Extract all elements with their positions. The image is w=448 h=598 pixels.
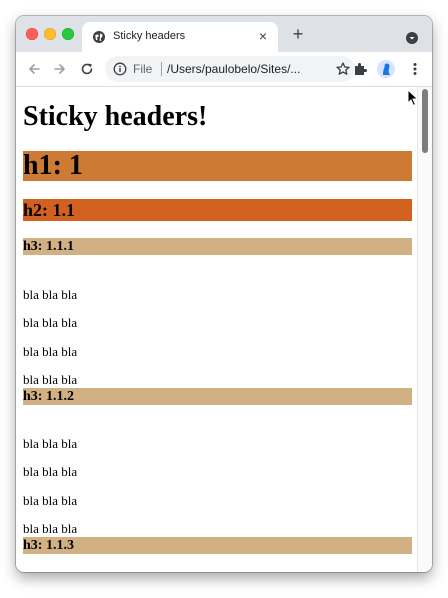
window-minimize-button[interactable]: [44, 28, 56, 40]
scrollbar-thumb[interactable]: [422, 89, 428, 153]
tab-title: Sticky headers: [113, 30, 186, 42]
page-viewport: Sticky headers! h1: 1 h2: 1.1 h3: 1.1.1 …: [16, 87, 432, 572]
h3-heading: h3: 1.1.3: [23, 538, 74, 553]
paragraph: bla bla bla: [23, 493, 78, 508]
sticky-h2-header: h2: 1.1: [23, 199, 412, 221]
sticky-h3-header: h3: 1.1.1: [23, 238, 412, 255]
paragraph: bla bla bla: [23, 287, 78, 302]
h2-heading: h2: 1.1: [23, 200, 76, 220]
paragraph: bla bla bla: [23, 372, 78, 387]
extensions-puzzle-icon[interactable]: [352, 61, 368, 77]
vertical-scrollbar[interactable]: [417, 87, 432, 572]
browser-toolbar: File /Users/paulobelo/Sites/...: [16, 52, 432, 87]
profile-avatar-icon[interactable]: [377, 60, 395, 78]
h3-heading: h3: 1.1.1: [23, 239, 74, 254]
page-title: Sticky headers!: [23, 101, 208, 132]
window-zoom-button[interactable]: [62, 28, 74, 40]
plus-icon[interactable]: +: [290, 25, 306, 43]
scheme-label: File: [133, 62, 153, 76]
url-text[interactable]: /Users/paulobelo/Sites/...: [167, 62, 300, 76]
paragraph: bla bla bla: [23, 344, 78, 359]
address-bar[interactable]: File /Users/paulobelo/Sites/...: [105, 56, 355, 82]
paragraph: bla bla bla: [23, 315, 78, 330]
window-close-button[interactable]: [26, 28, 38, 40]
star-icon[interactable]: [335, 61, 351, 77]
paragraph: bla bla bla: [23, 436, 78, 451]
h1-heading: h1: 1: [23, 150, 83, 181]
sticky-h1-header: h1: 1: [23, 151, 412, 181]
sticky-h3-header: h3: 1.1.2: [23, 388, 412, 405]
tab-search-icon[interactable]: [406, 32, 418, 44]
tab-sticky-headers[interactable]: Sticky headers ×: [82, 22, 278, 52]
globe-icon: [93, 31, 105, 43]
paragraph: bla bla bla: [23, 521, 78, 536]
browser-window: Sticky headers × + File /Users/paulobelo…: [16, 16, 432, 572]
back-arrow-icon[interactable]: [26, 61, 42, 77]
h3-heading: h3: 1.1.2: [23, 389, 74, 404]
kebab-menu-icon[interactable]: [407, 61, 423, 77]
sticky-h3-header: h3: 1.1.3: [23, 537, 412, 554]
info-icon[interactable]: [113, 62, 127, 76]
reload-icon[interactable]: [79, 61, 95, 77]
omnibox-divider: [161, 62, 162, 76]
tab-strip: Sticky headers × +: [16, 16, 432, 52]
mouse-cursor-icon: [407, 89, 419, 107]
paragraph: bla bla bla: [23, 464, 78, 479]
forward-arrow-icon[interactable]: [52, 61, 68, 77]
close-icon[interactable]: ×: [256, 29, 270, 43]
